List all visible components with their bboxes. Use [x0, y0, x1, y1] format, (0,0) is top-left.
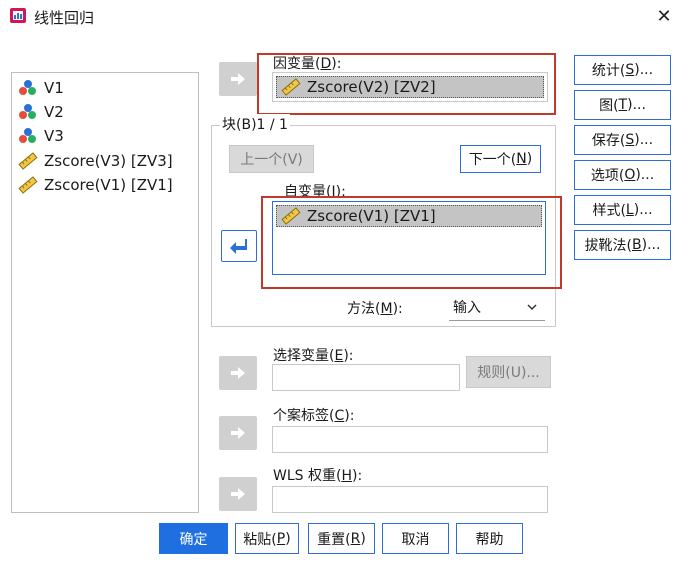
block-label: 块(B)1 / 1: [220, 114, 290, 134]
move-to-dependent-button[interactable]: [219, 62, 257, 96]
case-labels-label: 个案标签(C):: [273, 408, 355, 424]
cancel-button[interactable]: 取消: [382, 523, 449, 554]
next-block-button[interactable]: 下一个(N): [460, 145, 541, 173]
paste-button[interactable]: 粘贴(P): [235, 523, 299, 554]
dependent-highlight-frame: [257, 53, 556, 115]
scale-nominal-icon: [19, 104, 36, 119]
close-icon[interactable]: ✕: [650, 2, 678, 30]
help-button[interactable]: 帮助: [456, 523, 523, 554]
wls-weight-field[interactable]: [272, 486, 548, 513]
window-title: 线性回归: [34, 9, 95, 27]
list-item-zv3[interactable]: Zscore(V3) [ZV3]: [18, 150, 173, 172]
independent-highlight-frame: [261, 196, 562, 289]
selection-variable-label: 选择变量(E):: [273, 348, 354, 364]
variable-label: V3: [44, 127, 64, 145]
chevron-down-icon: [527, 303, 537, 310]
options-button[interactable]: 选项(O)...: [574, 160, 671, 190]
variable-label: V1: [44, 79, 64, 97]
move-from-independent-button[interactable]: [221, 230, 257, 262]
arrow-left-return-icon: [230, 239, 247, 254]
rule-button[interactable]: 规则(U)...: [466, 356, 551, 388]
bootstrap-button[interactable]: 拔靴法(B)...: [574, 230, 671, 260]
selection-variable-field[interactable]: [272, 364, 460, 391]
move-to-case-labels-button[interactable]: [219, 416, 257, 450]
app-icon: [9, 6, 29, 26]
scale-nominal-icon: [19, 128, 36, 143]
list-item-v2[interactable]: V2: [18, 101, 64, 123]
statistics-button[interactable]: 统计(S)...: [574, 55, 671, 85]
scale-nominal-icon: [19, 80, 36, 95]
ok-button[interactable]: 确定: [159, 523, 228, 554]
style-button[interactable]: 样式(L)...: [574, 195, 671, 225]
case-labels-field[interactable]: [272, 426, 548, 453]
reset-button[interactable]: 重置(R): [308, 523, 375, 554]
wls-weight-label: WLS 权重(H):: [273, 468, 363, 484]
arrow-right-icon: [231, 427, 245, 439]
variable-label: Zscore(V1) [ZV1]: [44, 176, 173, 194]
title-bar: 线性回归 ✕: [0, 0, 680, 34]
arrow-right-icon: [231, 367, 245, 379]
plots-button[interactable]: 图(T)...: [574, 90, 671, 120]
move-to-wls-button[interactable]: [219, 477, 257, 511]
method-label: 方法(M):: [347, 301, 403, 317]
move-to-selection-button[interactable]: [219, 356, 257, 390]
arrow-right-icon: [231, 73, 245, 85]
save-button[interactable]: 保存(S)...: [574, 125, 671, 155]
list-item-zv1[interactable]: Zscore(V1) [ZV1]: [18, 174, 173, 196]
previous-block-button[interactable]: 上一个(V): [229, 145, 314, 173]
arrow-right-icon: [231, 488, 245, 500]
list-item-v1[interactable]: V1: [18, 77, 64, 99]
list-item-v3[interactable]: V3: [18, 125, 64, 147]
method-dropdown[interactable]: 输入: [449, 293, 545, 321]
variable-label: Zscore(V3) [ZV3]: [44, 152, 173, 170]
ruler-scale-icon: [18, 152, 38, 170]
ruler-scale-icon: [18, 176, 38, 194]
source-variable-list[interactable]: V1 V2 V3 Zscore(V3) [ZV3] Zscore(V1) [ZV…: [11, 72, 199, 513]
variable-label: V2: [44, 103, 64, 121]
